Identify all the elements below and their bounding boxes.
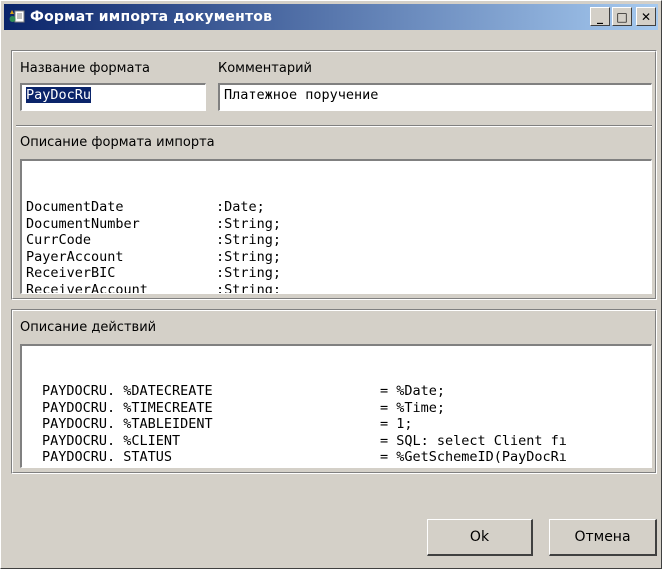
action-line: PAYDOCRU. CUSTID= SQL: select CustId fı [42,466,631,468]
format-name-label: Название формата [20,61,150,76]
cancel-button[interactable]: Отмена [549,519,657,556]
title-bar[interactable]: Формат импорта документов _ □ ✕ [4,4,658,30]
field-name: DocumentDate [26,199,124,215]
field-type: :String; [216,281,282,294]
import-desc-line: CurrCode :String; [26,232,647,249]
action-expr: = %Time; [380,399,446,416]
comment-label: Комментарий [218,61,312,76]
import-desc-line: PayerAccount :String; [26,249,647,266]
action-target: PAYDOCRU. %DATECREATE [42,383,213,399]
import-desc-line: DocumentNumber :String; [26,216,647,233]
action-target: PAYDOCRU. %TIMECREATE [42,399,213,416]
action-expr: = %GetSchemeID(PayDocRı [380,449,567,465]
actions-label: Описание действий [20,320,157,335]
action-target: PAYDOCRU. %TABLEIDENT [42,416,213,432]
import-desc-line: ReceiverAccount :String; [26,281,647,294]
format-group: Название формата Комментарий PayDocRu Пл… [11,50,657,300]
field-type: :String; [216,215,282,232]
field-name: PayerAccount [26,248,124,265]
import-desc-label: Описание формата импорта [20,135,215,150]
field-name: ReceiverAccount [26,281,148,294]
import-desc-line: ReceiverBIC :String; [26,265,647,282]
action-line: PAYDOCRU. %DATECREATE = %Date; [42,383,631,400]
action-expr: = SQL: select CustId fı [380,466,567,468]
import-desc-line: DocumentDate :Date; [26,199,647,216]
separator [16,125,652,127]
field-type: :Date; [216,199,265,215]
import-format-dialog: Формат импорта документов _ □ ✕ Название… [0,0,662,569]
action-line: PAYDOCRU. %TIMECREATE = %Time; [42,400,631,417]
field-type: :String; [216,248,282,265]
action-expr: = 1; [380,416,413,432]
maximize-icon[interactable]: □ [612,7,632,26]
comment-input[interactable]: Платежное поручение [218,83,652,111]
action-target: PAYDOCRU. %CLIENT [42,432,181,449]
action-line: PAYDOCRU. STATUS = %GetSchemeID(PayDocRı [42,449,631,466]
action-target: PAYDOCRU. STATUS [42,449,173,465]
window-title: Формат импорта документов [30,9,273,25]
minimize-icon[interactable]: _ [590,7,610,26]
field-name: ReceiverBIC [26,265,116,281]
field-name: CurrCode [26,232,92,248]
action-target: PAYDOCRU. CUSTID [42,466,380,468]
action-expr: = %Date; [380,383,446,399]
field-name: DocumentNumber [26,215,140,232]
field-type: :String; [216,265,282,281]
actions-textarea[interactable]: PAYDOCRU. %DATECREATE = %Date; PAYDOCRU. %… [20,344,652,468]
import-desc-textarea[interactable]: DocumentDate :Date; DocumentNumber :String;… [20,159,652,294]
format-name-input[interactable]: PayDocRu [20,83,206,111]
action-expr: = SQL: select Client fı [380,432,567,449]
action-line: PAYDOCRU. %TABLEIDENT = 1; [42,416,631,433]
ok-button[interactable]: Ok [427,519,533,556]
close-icon[interactable]: ✕ [636,7,656,26]
actions-group: Описание действий PAYDOCRU. %DATECREATE =… [11,309,657,474]
import-doc-icon [8,8,26,26]
field-type: :String; [216,232,282,248]
action-line: PAYDOCRU. %CLIENT = SQL: select Client fı [42,433,631,450]
